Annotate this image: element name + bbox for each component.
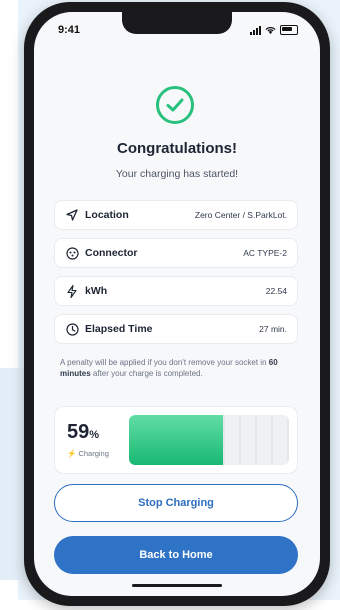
- detail-row-location: Location Zero Center / S.ParkLot.: [54, 200, 298, 230]
- detail-value: 22.54: [265, 286, 287, 296]
- status-icons: [250, 25, 298, 35]
- charging-indicator-icon: ⚡: [67, 449, 77, 458]
- detail-value: Zero Center / S.ParkLot.: [194, 210, 287, 220]
- charge-percent-value: 59: [67, 421, 90, 443]
- stop-charging-button[interactable]: Stop Charging: [54, 484, 298, 522]
- charge-progress-fill: [129, 415, 224, 465]
- bolt-icon: [65, 284, 79, 298]
- detail-row-elapsed-time: Elapsed Time 27 min.: [54, 314, 298, 344]
- connector-icon: [65, 246, 79, 260]
- penalty-note-text: A penalty will be applied if you don't r…: [60, 358, 269, 367]
- charge-percent-unit: %: [89, 429, 100, 441]
- charging-status: ⚡ Charging: [67, 449, 109, 458]
- penalty-note: A penalty will be applied if you don't r…: [60, 358, 296, 379]
- home-indicator[interactable]: [132, 584, 222, 587]
- wifi-icon: [265, 26, 276, 34]
- penalty-note-text-end: after your charge is completed.: [90, 368, 203, 378]
- detail-row-connector: Connector AC TYPE-2: [54, 238, 298, 268]
- detail-row-kwh: kWh 22.54: [54, 276, 298, 306]
- signal-icon: [250, 25, 261, 35]
- status-time: 9:41: [58, 24, 81, 36]
- detail-label: Elapsed Time: [85, 323, 153, 335]
- app-screen: 9:41 Congratulations! Your charging has …: [34, 12, 320, 596]
- detail-label: kWh: [85, 285, 108, 297]
- back-to-home-button[interactable]: Back to Home: [54, 536, 298, 574]
- detail-value: 27 min.: [259, 324, 287, 334]
- page-subtitle: Your charging has started!: [115, 168, 239, 180]
- detail-value: AC TYPE-2: [243, 248, 287, 258]
- charge-progress-track: [129, 415, 289, 465]
- charge-percent: 59%: [67, 421, 99, 444]
- detail-label: Connector: [85, 247, 138, 259]
- location-arrow-icon: [65, 208, 79, 222]
- detail-label: Location: [85, 209, 129, 221]
- battery-icon: [280, 25, 298, 35]
- notch: [122, 12, 232, 34]
- phone-frame: 9:41 Congratulations! Your charging has …: [24, 2, 330, 606]
- charge-status-card: 59% ⚡ Charging: [54, 406, 298, 474]
- charging-status-label: Charging: [78, 449, 109, 458]
- clock-icon: [65, 322, 79, 336]
- page-title: Congratulations!: [117, 140, 237, 157]
- success-check-icon: [156, 86, 194, 124]
